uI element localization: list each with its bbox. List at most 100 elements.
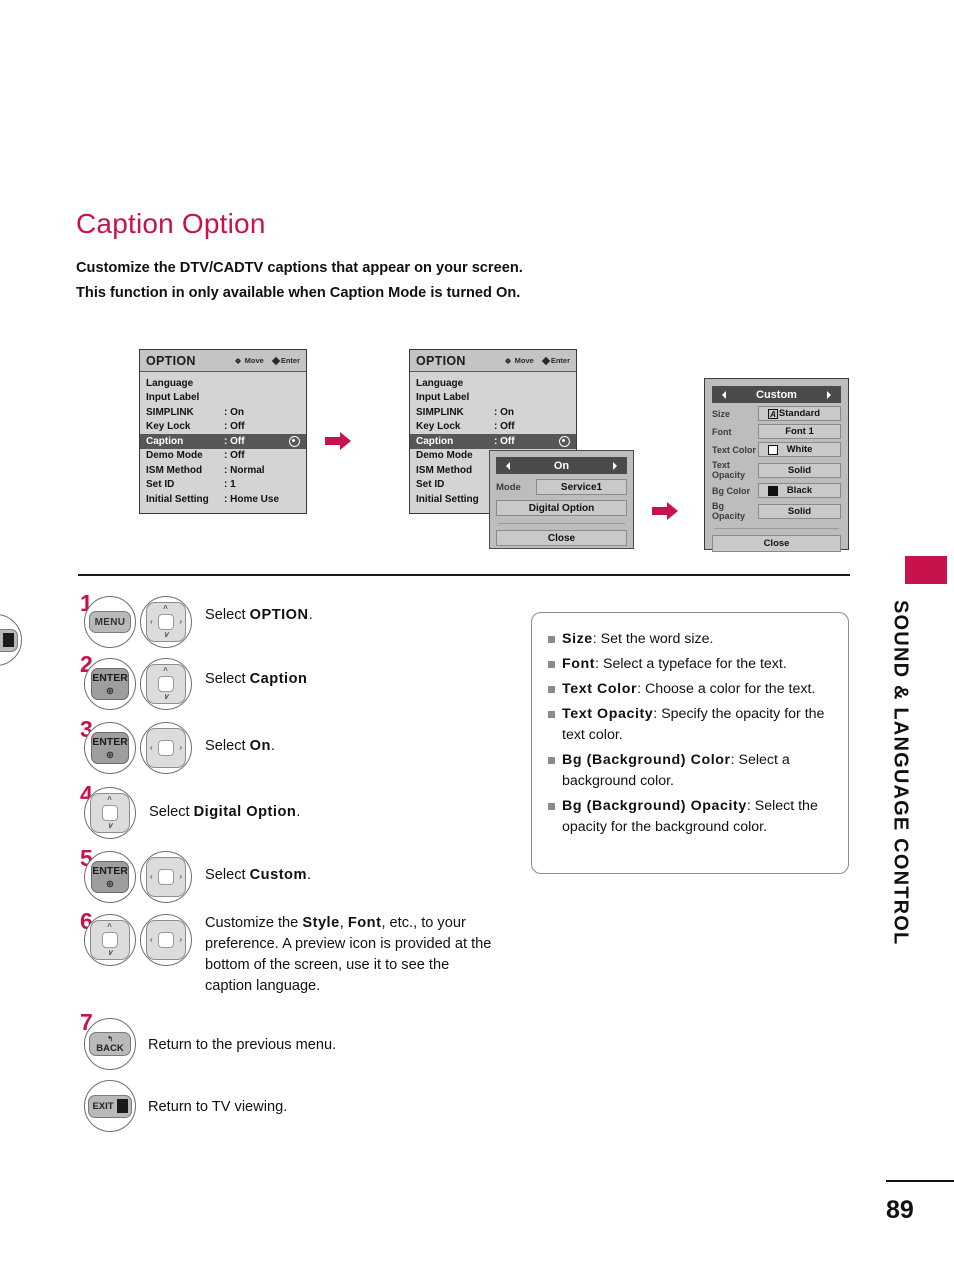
row-label: Key Lock bbox=[416, 421, 461, 433]
osd1-row-caption-selected[interactable]: Caption: Off bbox=[140, 434, 306, 449]
exit-key[interactable]: EXIT bbox=[88, 1094, 132, 1118]
left-right-nav-pad[interactable]: ‹ › bbox=[146, 920, 186, 960]
enter-button-step-2[interactable]: ENTER ◎ bbox=[84, 658, 136, 710]
four-way-nav-pad[interactable]: ^ ∨ ‹ › bbox=[146, 602, 186, 642]
osd1-hints: Move Enter bbox=[234, 356, 300, 365]
intro-text: Customize the DTV/CADTV captions that ap… bbox=[76, 256, 716, 306]
bg-color-value: Black bbox=[786, 485, 813, 496]
info-item: Bg (Background) Opacity: Select the opac… bbox=[548, 796, 834, 838]
bg-opacity-value-button[interactable]: Solid bbox=[758, 503, 841, 519]
step-1-text: Select OPTION. bbox=[205, 607, 313, 623]
back-key[interactable]: ↰ BACK bbox=[89, 1032, 131, 1056]
nav-pad-center[interactable] bbox=[158, 614, 174, 630]
enter-hint: Enter bbox=[541, 356, 570, 365]
osd1-row[interactable]: SIMPLINK: On bbox=[140, 405, 306, 420]
size-value-button[interactable]: A Standard bbox=[758, 406, 841, 421]
row-label: Key Lock bbox=[146, 421, 191, 433]
nav-pad-step-1[interactable]: ^ ∨ ‹ › bbox=[140, 596, 192, 648]
diamond-icon bbox=[541, 356, 551, 365]
nav-pad-center[interactable] bbox=[158, 740, 174, 756]
info-term: Text Opacity bbox=[562, 706, 654, 722]
enter-key[interactable]: ENTER ◎ bbox=[91, 668, 129, 700]
left-right-nav-pad[interactable]: ‹ › bbox=[146, 728, 186, 768]
page-title: Caption Option bbox=[76, 208, 266, 239]
font-value-button[interactable]: Font 1 bbox=[758, 424, 841, 439]
info-term: Bg (Background) Color bbox=[562, 752, 731, 768]
custom-row-font: Font Font 1 bbox=[712, 424, 841, 439]
info-term: Text Color bbox=[562, 681, 638, 697]
osd1-row[interactable]: ISM Method: Normal bbox=[140, 463, 306, 478]
chevron-right-icon: › bbox=[179, 743, 182, 752]
side-tab-label: SOUND & LANGUAGE CONTROL bbox=[889, 600, 912, 946]
caption-popup: On Mode Service1 Digital Option Close bbox=[489, 450, 634, 549]
page-number-rule bbox=[886, 1180, 954, 1182]
bullet-square-icon bbox=[548, 686, 555, 693]
up-down-nav-pad[interactable]: ^ ∨ bbox=[90, 793, 130, 833]
nav-pad-step-6-ud[interactable]: ^ ∨ bbox=[84, 914, 136, 966]
enter-hint-label: Enter bbox=[550, 356, 570, 365]
nav-pad-center[interactable] bbox=[102, 932, 118, 948]
text-color-value-button[interactable]: White bbox=[758, 442, 841, 457]
edge-exit-button[interactable]: EXIT bbox=[0, 614, 22, 666]
menu-button[interactable]: MENU bbox=[84, 596, 136, 648]
caption-popup-header[interactable]: On bbox=[496, 457, 627, 474]
row-value: : Off bbox=[494, 421, 515, 433]
osd1-row[interactable]: Key Lock: Off bbox=[140, 420, 306, 435]
flow-arrow-2-icon bbox=[652, 502, 682, 520]
osd1-row[interactable]: Set ID: 1 bbox=[140, 478, 306, 493]
nav-pad-step-3[interactable]: ‹ › bbox=[140, 722, 192, 774]
osd1-row[interactable]: Input Label bbox=[140, 391, 306, 406]
bullet-square-icon bbox=[548, 757, 555, 764]
row-label: Input Label bbox=[416, 392, 470, 404]
row-label: Initial Setting bbox=[416, 493, 479, 505]
nav-pad-center[interactable] bbox=[102, 805, 118, 821]
nav-pad-step-2[interactable]: ^ ∨ bbox=[140, 658, 192, 710]
text-opacity-value-button[interactable]: Solid bbox=[758, 462, 841, 478]
back-button[interactable]: ↰ BACK bbox=[84, 1018, 136, 1070]
popup-divider bbox=[498, 523, 625, 524]
arrow-right-icon[interactable] bbox=[827, 390, 835, 399]
digital-option-button[interactable]: Digital Option bbox=[496, 500, 627, 516]
custom-close-button[interactable]: Close bbox=[712, 535, 841, 552]
custom-header[interactable]: Custom bbox=[712, 386, 841, 403]
row-label: Caption bbox=[416, 435, 454, 447]
up-down-nav-pad[interactable]: ^ ∨ bbox=[146, 664, 186, 704]
diamond-icon bbox=[271, 356, 281, 365]
mode-value-button[interactable]: Service1 bbox=[536, 479, 627, 495]
mode-row: Mode Service1 bbox=[496, 479, 627, 495]
nav-pad-center[interactable] bbox=[158, 869, 174, 885]
exit-key[interactable]: EXIT bbox=[0, 628, 18, 652]
osd2-row[interactable]: Input Label bbox=[410, 391, 576, 406]
arrow-right-icon[interactable] bbox=[613, 461, 621, 470]
popup-close-button[interactable]: Close bbox=[496, 530, 627, 546]
left-right-nav-pad[interactable]: ‹ › bbox=[146, 857, 186, 897]
nav-pad-center[interactable] bbox=[158, 932, 174, 948]
osd2-row[interactable]: Language bbox=[410, 376, 576, 391]
arrow-left-icon[interactable] bbox=[718, 390, 726, 399]
nav-pad-step-6-lr[interactable]: ‹ › bbox=[140, 914, 192, 966]
menu-key[interactable]: MENU bbox=[89, 611, 131, 633]
row-label: ISM Method bbox=[146, 464, 203, 476]
osd2-row[interactable]: SIMPLINK: On bbox=[410, 405, 576, 420]
chevron-down-icon: ∨ bbox=[163, 630, 169, 639]
section-divider bbox=[78, 574, 850, 576]
enter-key[interactable]: ENTER ◎ bbox=[91, 861, 129, 893]
osd2-row-caption-selected[interactable]: Caption: Off bbox=[410, 434, 576, 449]
exit-button[interactable]: EXIT bbox=[84, 1080, 136, 1132]
osd1-row[interactable]: Initial Setting: Home Use bbox=[140, 492, 306, 507]
enter-button-step-3[interactable]: ENTER ◎ bbox=[84, 722, 136, 774]
custom-row-bg-color: Bg Color Black bbox=[712, 483, 841, 498]
nav-pad-step-4[interactable]: ^ ∨ bbox=[84, 787, 136, 839]
enter-key[interactable]: ENTER ◎ bbox=[91, 732, 129, 764]
nav-pad-step-5[interactable]: ‹ › bbox=[140, 851, 192, 903]
row-value: : Off bbox=[224, 435, 245, 447]
up-down-nav-pad[interactable]: ^ ∨ bbox=[90, 920, 130, 960]
osd1-row[interactable]: Demo Mode: Off bbox=[140, 449, 306, 464]
osd2-row[interactable]: Key Lock : Off bbox=[410, 420, 576, 435]
nav-pad-center[interactable] bbox=[158, 676, 174, 692]
osd1-row[interactable]: Language bbox=[140, 376, 306, 391]
enter-button-step-5[interactable]: ENTER ◎ bbox=[84, 851, 136, 903]
arrow-left-icon[interactable] bbox=[502, 461, 510, 470]
bg-color-value-button[interactable]: Black bbox=[758, 483, 841, 498]
custom-divider bbox=[714, 528, 839, 529]
